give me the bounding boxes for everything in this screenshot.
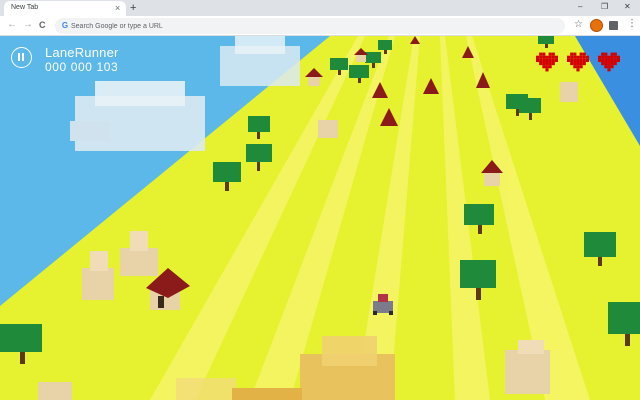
- heart-icon: [536, 52, 558, 72]
- menu-dots-icon[interactable]: ⋮: [627, 18, 637, 30]
- reload-button[interactable]: C: [39, 19, 46, 31]
- omnibox-input[interactable]: [71, 20, 551, 32]
- restore-button[interactable]: ❐: [601, 2, 608, 12]
- google-g-icon: G: [61, 21, 69, 30]
- browser-toolbar: ← → C G: [0, 16, 640, 36]
- game-viewport[interactable]: LaneRunner 000 000 103: [0, 36, 640, 400]
- score-counter: 000 000 103: [45, 60, 119, 74]
- lives-hearts: [536, 52, 626, 72]
- bookmark-star-icon[interactable]: ☆: [574, 19, 583, 30]
- profile-avatar-icon[interactable]: [590, 19, 603, 32]
- back-button[interactable]: ←: [7, 19, 17, 31]
- game-title: LaneRunner: [45, 45, 119, 60]
- game-scene: [0, 36, 640, 400]
- extensions-puzzle-icon[interactable]: [609, 21, 618, 30]
- omnibox[interactable]: G: [55, 18, 565, 34]
- close-window-button[interactable]: ✕: [624, 2, 631, 12]
- forward-button[interactable]: →: [23, 19, 33, 31]
- tab-strip: New Tab × + – ❐ ✕: [0, 0, 640, 16]
- minimize-button[interactable]: –: [578, 2, 582, 12]
- heart-icon: [567, 52, 589, 72]
- new-tab-button[interactable]: +: [130, 1, 136, 15]
- tab-new-tab[interactable]: New Tab ×: [4, 1, 126, 16]
- tab-title: New Tab: [11, 4, 39, 11]
- tab-close-icon[interactable]: ×: [115, 2, 120, 14]
- pause-button[interactable]: [11, 47, 32, 68]
- heart-icon: [598, 52, 620, 72]
